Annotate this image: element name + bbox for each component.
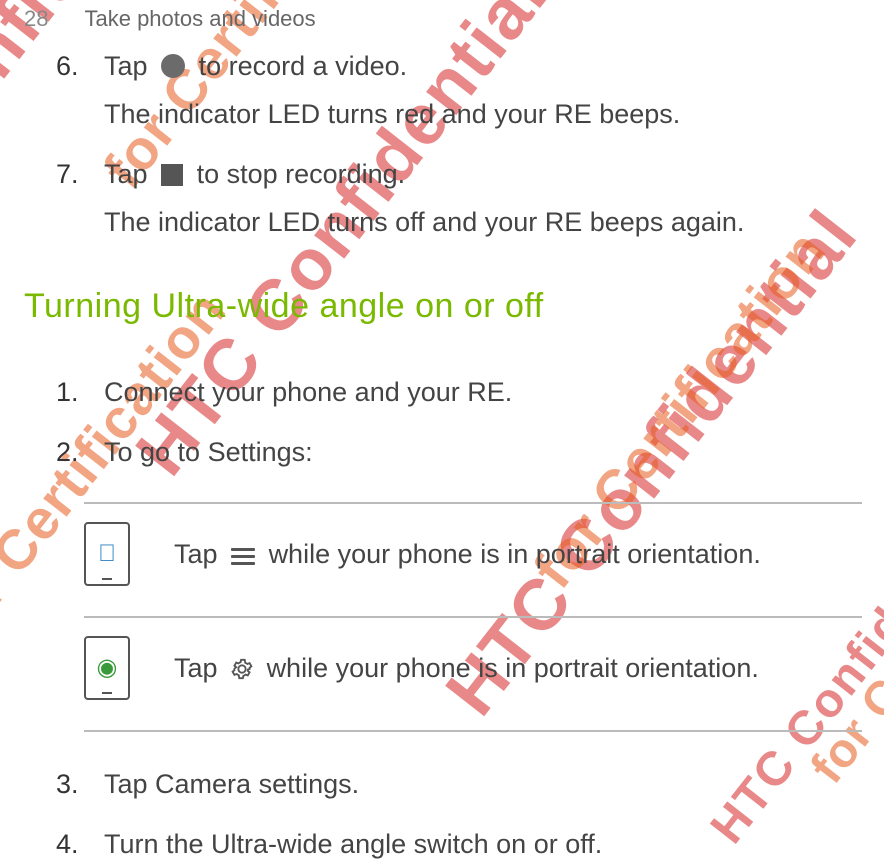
gear-icon [231,658,253,680]
step-text: Tap Camera settings. [104,764,884,806]
android-icon: ◉ [97,656,118,680]
ultra-wide-steps-cont: 3. Tap Camera settings. 4. Turn the Ultr… [24,764,884,866]
step-number: 2. [56,432,104,474]
ultra-wide-steps: 1. Connect your phone and your RE. 2. To… [24,372,884,474]
step-6: 6. Tap to record a video. The indicator … [56,46,884,136]
phone-android-icon: ◉ [84,636,130,700]
step-7: 7. Tap to stop recording. The indicator … [56,154,884,244]
table-row-android: ◉ Tap while your phone is in portrait or… [84,617,862,731]
step-text: Connect your phone and your RE. [104,372,884,414]
step-subtext: The indicator LED turns red and your RE … [104,94,884,136]
page-number: 28 [24,6,48,32]
row-text-pre: Tap [174,539,225,569]
settings-by-platform-table:  Tap while your phone is in portrait or… [84,502,862,732]
table-row-ios:  Tap while your phone is in portrait or… [84,503,862,617]
step-3: 3. Tap Camera settings. [56,764,884,806]
row-text-post: while your phone is in portrait orientat… [269,539,761,569]
phone-ios-icon:  [84,522,130,586]
intro-steps-list: 6. Tap to record a video. The indicator … [24,46,884,243]
apple-icon:  [98,542,116,566]
step-2: 2. To go to Settings: [56,432,884,474]
row-text-post: while your phone is in portrait orientat… [267,653,759,683]
chapter-title: Take photos and videos [84,6,315,32]
menu-icon [231,548,255,566]
step-number: 7. [56,154,104,196]
step-number: 4. [56,824,104,866]
page-content: 28 Take photos and videos 6. Tap to reco… [0,0,884,866]
step-text-post: to stop recording. [197,159,406,189]
record-icon [161,54,185,78]
row-text-pre: Tap [174,653,225,683]
step-1: 1. Connect your phone and your RE. [56,372,884,414]
step-subtext: The indicator LED turns off and your RE … [104,202,884,244]
section-heading-ultra-wide: Turning Ultra-wide angle on or off [24,287,884,326]
step-text: To go to Settings: [104,432,884,474]
step-number: 3. [56,764,104,806]
page-header: 28 Take photos and videos [24,6,884,32]
step-number: 1. [56,372,104,414]
step-text-post: to record a video. [199,51,408,81]
step-text-pre: Tap [104,51,155,81]
step-4: 4. Turn the Ultra-wide angle switch on o… [56,824,884,866]
stop-icon [161,164,183,186]
step-number: 6. [56,46,104,88]
step-text-pre: Tap [104,159,155,189]
step-text: Turn the Ultra-wide angle switch on or o… [104,824,884,866]
